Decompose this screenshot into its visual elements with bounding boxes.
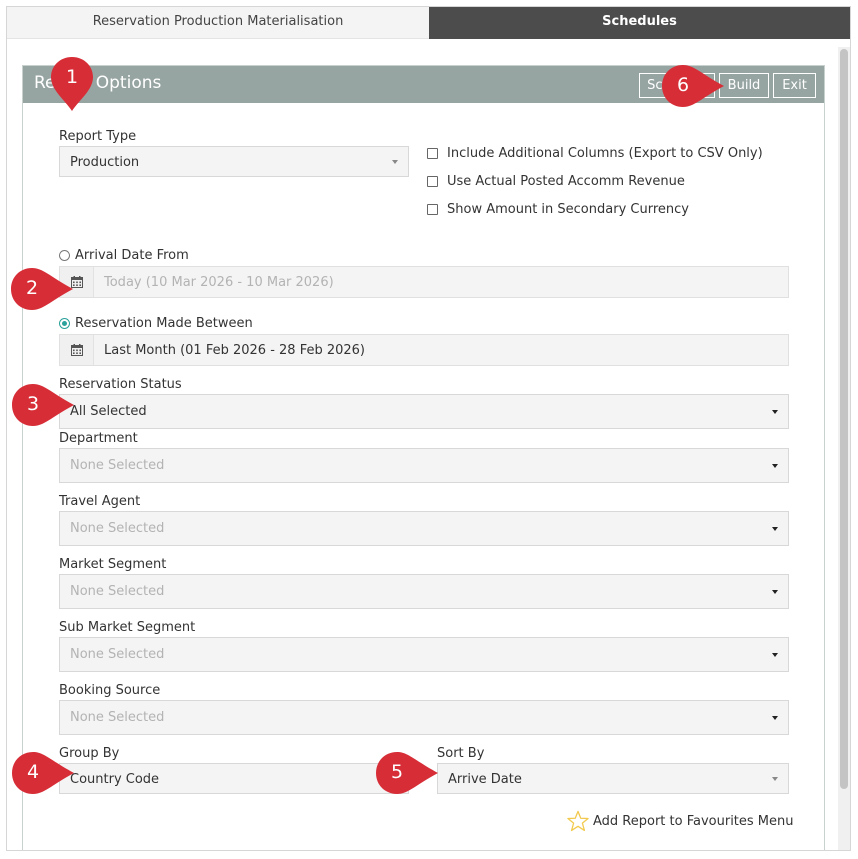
- sub-market-segment-select[interactable]: None Selected: [59, 637, 789, 672]
- department-value: None Selected: [70, 458, 165, 473]
- marker-number: 5: [390, 761, 404, 783]
- include-additional-columns-checkbox[interactable]: [427, 148, 438, 159]
- vertical-scrollbar[interactable]: [838, 47, 850, 850]
- group-by-value: Country Code: [70, 772, 160, 787]
- annotation-marker-6: 6: [660, 63, 724, 109]
- calendar-button[interactable]: [60, 335, 94, 365]
- reservation-made-value: Last Month (01 Feb 2026 - 28 Feb 2026): [104, 343, 366, 358]
- travel-agent-select[interactable]: None Selected: [59, 511, 789, 546]
- chevron-down-icon: [772, 527, 778, 531]
- travel-agent-label: Travel Agent: [59, 494, 141, 509]
- chevron-down-icon: [392, 160, 398, 164]
- booking-source-select[interactable]: None Selected: [59, 700, 789, 735]
- market-segment-value: None Selected: [70, 584, 165, 599]
- chevron-down-icon: [772, 410, 778, 414]
- reservation-made-field[interactable]: Last Month (01 Feb 2026 - 28 Feb 2026): [59, 334, 789, 366]
- report-type-select[interactable]: Production: [59, 146, 409, 177]
- reservation-status-select[interactable]: All Selected: [59, 394, 789, 429]
- marker-number: 6: [676, 74, 690, 96]
- booking-source-label: Booking Source: [59, 683, 161, 698]
- report-type-label: Report Type: [59, 129, 137, 144]
- chevron-down-icon: [772, 464, 778, 468]
- calendar-icon: [71, 344, 83, 356]
- add-to-favourites-link[interactable]: Add Report to Favourites Menu: [593, 814, 794, 829]
- marker-number: 1: [65, 66, 79, 88]
- marker-number: 2: [25, 277, 39, 299]
- exit-button[interactable]: Exit: [773, 73, 816, 98]
- booking-source-value: None Selected: [70, 710, 165, 725]
- report-options-panel: Report Options Schedule Build Exit Repor…: [22, 65, 825, 850]
- travel-agent-value: None Selected: [70, 521, 165, 536]
- chevron-down-icon: [772, 716, 778, 720]
- department-select[interactable]: None Selected: [59, 448, 789, 483]
- show-secondary-currency-checkbox[interactable]: [427, 204, 438, 215]
- arrival-date-value: Today (10 Mar 2026 - 10 Mar 2026): [104, 275, 334, 290]
- arrival-date-field[interactable]: Today (10 Mar 2026 - 10 Mar 2026): [59, 266, 789, 298]
- market-segment-label: Market Segment: [59, 557, 167, 572]
- chevron-down-icon: [772, 653, 778, 657]
- sub-market-segment-value: None Selected: [70, 647, 165, 662]
- scrollbar-thumb[interactable]: [840, 49, 848, 789]
- chevron-down-icon: [772, 777, 778, 781]
- department-label: Department: [59, 431, 138, 446]
- sort-by-value: Arrive Date: [448, 772, 522, 787]
- tab-bar: Reservation Production Materialisation S…: [7, 7, 850, 39]
- arrival-date-label: Arrival Date From: [75, 248, 189, 263]
- annotation-marker-4: 4: [10, 750, 74, 796]
- arrival-date-radio[interactable]: [59, 250, 70, 261]
- annotation-marker-2: 2: [9, 266, 73, 312]
- tab-schedules[interactable]: Schedules: [429, 7, 850, 39]
- marker-number: 4: [26, 761, 40, 783]
- chevron-down-icon: [772, 590, 778, 594]
- use-actual-posted-revenue-checkbox[interactable]: [427, 176, 438, 187]
- annotation-marker-3: 3: [10, 382, 74, 428]
- sort-by-select[interactable]: Arrive Date: [437, 763, 789, 794]
- sub-market-segment-label: Sub Market Segment: [59, 620, 196, 635]
- use-actual-posted-revenue-label: Use Actual Posted Accomm Revenue: [447, 174, 685, 189]
- annotation-marker-1: 1: [49, 55, 95, 111]
- reservation-status-value: All Selected: [70, 404, 147, 419]
- group-by-select[interactable]: Country Code: [59, 763, 409, 794]
- star-icon[interactable]: [567, 810, 589, 832]
- sort-by-label: Sort By: [437, 746, 485, 761]
- market-segment-select[interactable]: None Selected: [59, 574, 789, 609]
- show-secondary-currency-label: Show Amount in Secondary Currency: [447, 202, 689, 217]
- reservation-made-radio[interactable]: [59, 318, 70, 329]
- annotation-marker-5: 5: [374, 750, 438, 796]
- reservation-made-label: Reservation Made Between: [75, 316, 253, 331]
- report-type-value: Production: [70, 155, 140, 170]
- include-additional-columns-label: Include Additional Columns (Export to CS…: [447, 146, 763, 161]
- tab-reservation-production-materialisation[interactable]: Reservation Production Materialisation: [7, 7, 429, 39]
- report-window: Reservation Production Materialisation S…: [6, 6, 851, 851]
- marker-number: 3: [26, 393, 40, 415]
